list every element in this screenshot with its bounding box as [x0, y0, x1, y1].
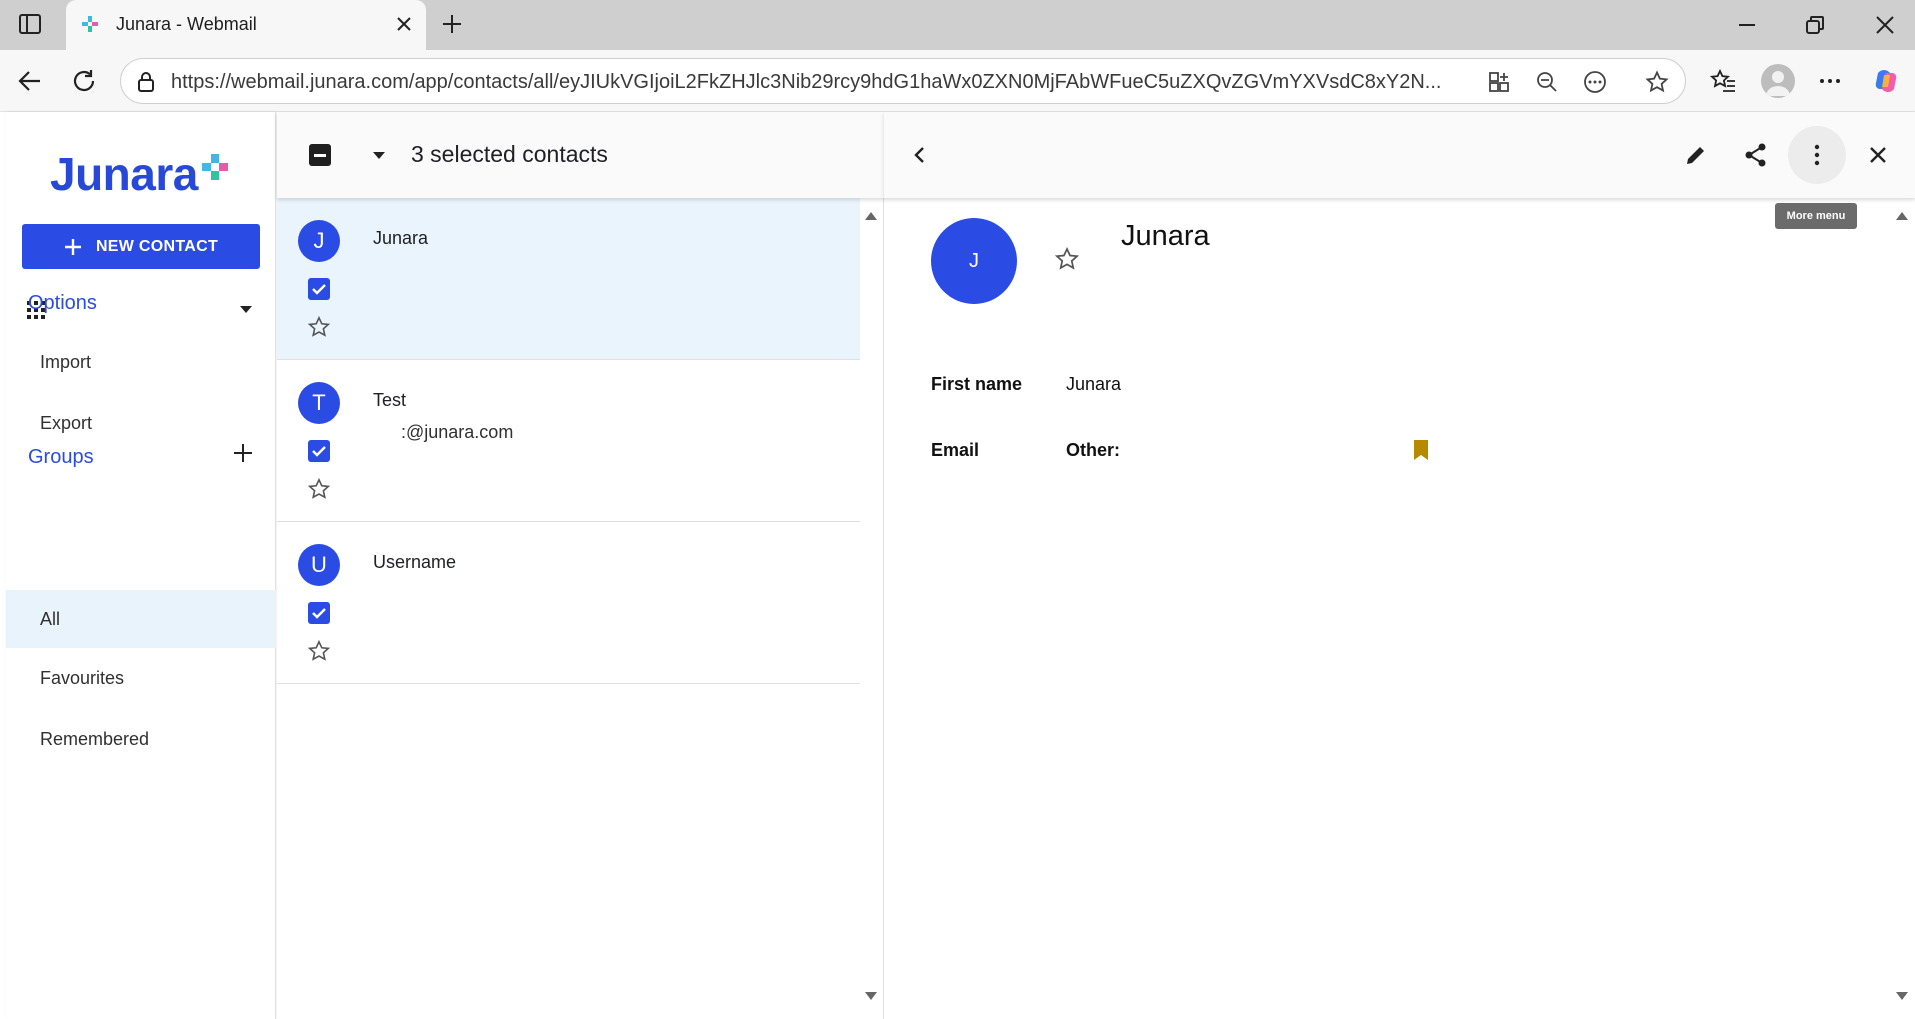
detail-scroll-up-icon[interactable]	[1894, 210, 1910, 222]
contact-rows: J Junara T Test :@junara.com U Username	[277, 198, 860, 684]
group-item-remembered[interactable]: Remembered	[6, 710, 276, 768]
left-navigation: Junara NEW CONTACT Options Import Export…	[6, 112, 276, 1019]
browser-tab-active[interactable]: Junara - Webmail	[66, 0, 426, 52]
contact-email: :@junara.com	[401, 422, 514, 442]
more-vertical-icon[interactable]	[1803, 141, 1831, 169]
group-item-favourites[interactable]: Favourites	[6, 649, 276, 707]
selected-count-text: 3 selected contacts	[411, 141, 608, 167]
favourite-star-icon[interactable]	[307, 477, 331, 501]
favourite-star-icon[interactable]	[307, 315, 331, 339]
share-icon[interactable]	[1742, 141, 1770, 169]
favourite-star-icon[interactable]	[307, 639, 331, 663]
list-toolbar: 3 selected contacts	[277, 112, 884, 198]
url-text: https://webmail.junara.com/app/contacts/…	[171, 71, 1442, 93]
selection-caret-down-icon[interactable]	[371, 149, 387, 161]
contact-avatar: T	[298, 382, 340, 424]
plus-icon	[64, 238, 81, 255]
favourite-star-icon[interactable]	[1054, 246, 1080, 272]
select-all-checkbox[interactable]	[309, 144, 331, 166]
logo-text: Junara	[50, 148, 198, 200]
webmail-app: Junara NEW CONTACT Options Import Export…	[0, 112, 1915, 1019]
contact-avatar: J	[298, 220, 340, 262]
close-window-icon[interactable]	[1872, 12, 1898, 38]
group-item-all[interactable]: All	[6, 590, 276, 648]
contact-avatar: U	[298, 544, 340, 586]
browser-tab-bar: Junara - Webmail	[0, 0, 1915, 52]
detail-toolbar	[884, 112, 1915, 198]
restore-window-icon[interactable]	[1802, 12, 1828, 38]
contact-detail-name: Junara	[1121, 220, 1210, 252]
profile-person-icon	[1766, 71, 1790, 96]
detail-scroll-down-icon[interactable]	[1894, 990, 1910, 1002]
close-icon[interactable]	[1864, 141, 1892, 169]
contact-detail-avatar: J	[931, 218, 1017, 304]
contact-checkbox[interactable]	[308, 602, 330, 624]
contact-row[interactable]: T Test :@junara.com	[277, 360, 860, 522]
favorite-star-icon[interactable]	[1645, 70, 1669, 94]
junara-favicon-icon	[82, 16, 98, 32]
options-item-import[interactable]: Import	[6, 333, 276, 391]
caret-down-icon	[240, 306, 252, 313]
back-arrow-icon[interactable]	[16, 67, 44, 95]
new-tab-icon[interactable]	[440, 12, 464, 36]
app-available-icon[interactable]	[1487, 70, 1511, 94]
tab-title: Junara - Webmail	[116, 14, 257, 34]
list-scroll-down-icon[interactable]	[863, 990, 879, 1002]
profile-avatar[interactable]	[1761, 64, 1795, 98]
copilot-icon[interactable]	[1872, 67, 1900, 95]
checkmark-icon	[312, 284, 326, 295]
page-actions-icon[interactable]	[1583, 70, 1607, 94]
contact-name: Test	[373, 390, 407, 410]
first-name-label: First name	[931, 374, 1023, 394]
minimize-window-icon[interactable]	[1734, 12, 1760, 38]
contact-checkbox[interactable]	[308, 278, 330, 300]
close-tab-icon[interactable]	[394, 14, 414, 34]
sidebar-toggle-icon[interactable]	[18, 12, 42, 36]
contact-name: Username	[373, 552, 457, 572]
new-contact-button[interactable]: NEW CONTACT	[22, 224, 260, 269]
contact-row[interactable]: U Username	[277, 522, 860, 684]
contact-checkbox[interactable]	[308, 440, 330, 462]
groups-section-title: Groups	[28, 446, 94, 468]
email-type-label: Other:	[1066, 440, 1120, 460]
first-name-value: Junara	[1066, 374, 1122, 394]
contact-row[interactable]: J Junara	[277, 198, 860, 360]
edit-pencil-icon[interactable]	[1682, 141, 1710, 169]
more-options-icon[interactable]	[1816, 67, 1844, 95]
browser-address-bar: https://webmail.junara.com/app/contacts/…	[0, 50, 1915, 112]
contact-list-pane: 3 selected contacts J Junara T Test:@ju…	[277, 112, 884, 1019]
zoom-out-icon[interactable]	[1535, 70, 1559, 94]
more-menu-tooltip: More menu	[1775, 203, 1857, 229]
lock-icon[interactable]	[135, 71, 157, 93]
favorites-list-icon[interactable]	[1709, 67, 1737, 95]
contact-name: Junara	[373, 228, 429, 248]
options-section-title: Options	[28, 292, 97, 314]
url-input[interactable]: https://webmail.junara.com/app/contacts/…	[120, 58, 1686, 104]
new-contact-label: NEW CONTACT	[95, 237, 219, 255]
checkmark-icon	[312, 446, 326, 457]
bookmark-icon[interactable]	[1411, 438, 1431, 462]
list-scroll-up-icon[interactable]	[863, 210, 879, 222]
contact-detail-pane: More menu J Junara First name Junara Ema…	[884, 112, 1915, 1019]
back-chevron-icon[interactable]	[906, 141, 934, 169]
reload-icon[interactable]	[70, 67, 98, 95]
add-group-icon[interactable]	[232, 442, 254, 464]
email-label: Email	[931, 440, 980, 460]
junara-logo-mark-icon	[201, 154, 228, 180]
checkmark-icon	[312, 608, 326, 619]
junara-logo[interactable]: Junara	[50, 146, 230, 202]
